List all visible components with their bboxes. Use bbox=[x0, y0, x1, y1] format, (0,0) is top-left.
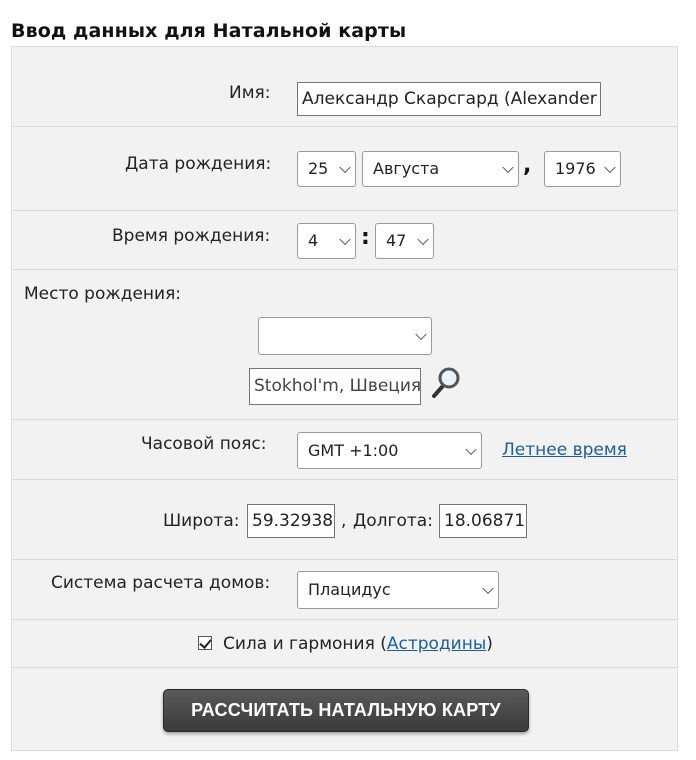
birth-year-value: 1976 bbox=[555, 159, 596, 178]
row-divider bbox=[12, 559, 677, 560]
house-system-label: Система расчета домов: bbox=[51, 573, 271, 593]
row-divider bbox=[12, 210, 677, 211]
birth-minute-value: 47 bbox=[386, 231, 407, 250]
birth-hour-select[interactable]: 4 bbox=[297, 223, 356, 259]
chevron-down-icon bbox=[502, 161, 514, 174]
chevron-down-icon bbox=[339, 233, 351, 246]
birth-day-select[interactable]: 25 bbox=[297, 151, 356, 187]
row-divider bbox=[12, 619, 677, 620]
checkmark-icon bbox=[199, 636, 212, 649]
power-harmony-label: Сила и гармония (Астродины) bbox=[223, 634, 493, 654]
birth-time-label: Время рождения: bbox=[112, 226, 271, 246]
name-input[interactable]: Александр Скарсгард (Alexander bbox=[297, 82, 601, 116]
house-system-value: Плацидус bbox=[308, 580, 391, 599]
birth-day-value: 25 bbox=[308, 159, 329, 178]
row-divider bbox=[12, 479, 677, 480]
power-harmony-close-paren: ) bbox=[486, 634, 493, 654]
page-title: Ввод данных для Натальной карты bbox=[11, 20, 407, 42]
birth-place-select[interactable] bbox=[258, 317, 432, 355]
birth-hour-value: 4 bbox=[308, 231, 319, 250]
row-divider bbox=[12, 667, 677, 668]
natal-chart-form: Имя: Александр Скарсгард (Alexander Дата… bbox=[11, 46, 678, 751]
power-harmony-checkbox[interactable] bbox=[198, 636, 212, 650]
chevron-down-icon bbox=[339, 161, 351, 174]
birth-place-label: Место рождения: bbox=[24, 284, 182, 304]
time-separator: : bbox=[361, 225, 370, 250]
latitude-input[interactable]: 59.32938 bbox=[247, 504, 335, 538]
search-icon[interactable] bbox=[430, 365, 462, 399]
birth-place-search-input[interactable]: Stokhol'm, Швеция bbox=[249, 368, 421, 405]
row-divider bbox=[12, 126, 677, 127]
birth-month-select[interactable]: Августа bbox=[362, 151, 519, 187]
timezone-select[interactable]: GMT +1:00 bbox=[297, 432, 482, 469]
timezone-label: Часовой пояс: bbox=[141, 434, 267, 454]
name-label: Имя: bbox=[229, 83, 271, 103]
birth-month-value: Августа bbox=[373, 159, 440, 178]
birth-minute-select[interactable]: 47 bbox=[375, 223, 434, 259]
chevron-down-icon bbox=[482, 582, 494, 595]
timezone-value: GMT +1:00 bbox=[308, 441, 399, 460]
date-separator: , bbox=[523, 153, 532, 178]
row-divider bbox=[12, 269, 677, 270]
longitude-input[interactable]: 18.06871 bbox=[439, 504, 527, 538]
daylight-saving-link[interactable]: Летнее время bbox=[502, 440, 627, 460]
calculate-natal-chart-button[interactable]: РАССЧИТАТЬ НАТАЛЬНУЮ КАРТУ bbox=[163, 689, 529, 732]
chevron-down-icon bbox=[415, 328, 427, 341]
power-harmony-text: Сила и гармония ( bbox=[223, 634, 387, 654]
row-divider bbox=[12, 419, 677, 420]
chevron-down-icon bbox=[604, 161, 616, 174]
astrodyne-link[interactable]: Астродины bbox=[387, 634, 486, 654]
coords-separator: , bbox=[341, 511, 347, 531]
longitude-label: Долгота: bbox=[353, 511, 433, 531]
house-system-select[interactable]: Плацидус bbox=[297, 571, 499, 609]
chevron-down-icon bbox=[465, 443, 477, 455]
birth-year-select[interactable]: 1976 bbox=[544, 151, 621, 187]
latitude-label: Широта: bbox=[163, 511, 240, 531]
chevron-down-icon bbox=[417, 233, 429, 246]
birth-date-label: Дата рождения: bbox=[125, 154, 272, 174]
